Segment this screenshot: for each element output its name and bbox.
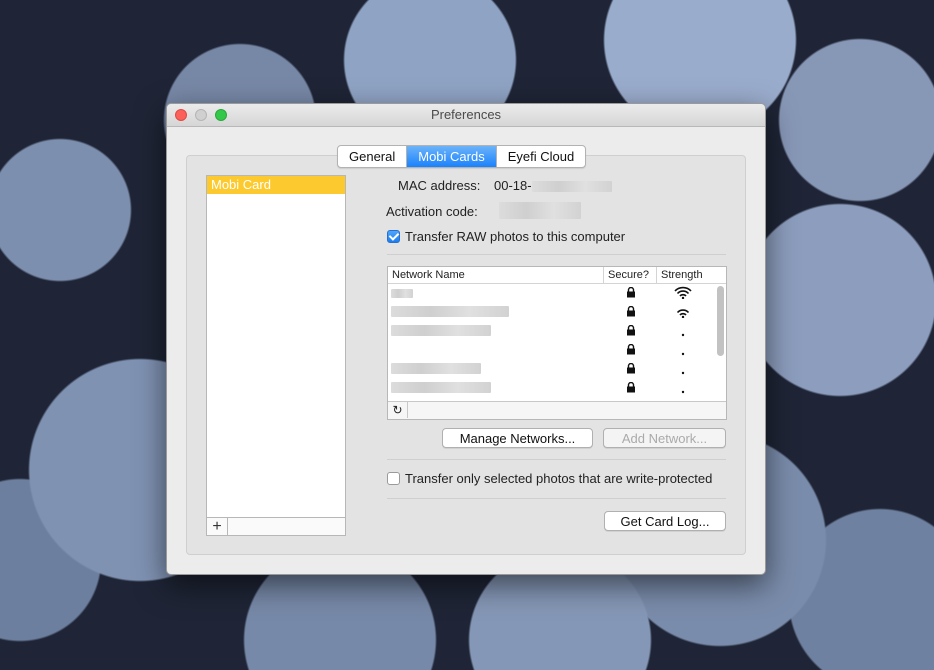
write-protected-label[interactable]: Transfer only selected photos that are w… — [405, 471, 712, 486]
lock-icon — [604, 343, 657, 358]
refresh-icon[interactable]: ↻ — [388, 402, 408, 418]
wifi-weak-icon — [657, 324, 709, 340]
card-list: Mobi Card + — [206, 175, 346, 536]
lock-icon — [604, 381, 657, 396]
redacted-network-name — [391, 306, 509, 317]
divider — [387, 254, 726, 255]
redacted-network-name — [391, 289, 413, 298]
redacted-network-name — [391, 382, 491, 393]
close-window-button[interactable] — [175, 109, 187, 121]
table-row[interactable] — [388, 379, 726, 398]
table-row[interactable] — [388, 284, 726, 303]
tab-general[interactable]: General — [338, 146, 408, 167]
get-card-log-button[interactable]: Get Card Log... — [604, 511, 726, 531]
table-row[interactable] — [388, 322, 726, 341]
table-row[interactable] — [388, 341, 726, 360]
wifi-weak-icon — [657, 343, 709, 359]
network-table-scrollbar[interactable] — [717, 286, 724, 356]
transfer-raw-checkbox[interactable] — [387, 230, 400, 243]
lock-icon — [604, 286, 657, 301]
window-title: Preferences — [430, 107, 502, 122]
redacted-mac-suffix — [531, 181, 612, 193]
wifi-weak-icon — [657, 362, 709, 378]
mac-address-label: MAC address: — [398, 178, 481, 193]
tab-eyefi-cloud[interactable]: Eyefi Cloud — [497, 146, 585, 167]
mac-address-value: 00-18- — [494, 178, 612, 193]
activation-code-value — [499, 202, 581, 219]
title-bar[interactable]: Preferences — [167, 104, 765, 127]
wifi-strong-icon — [657, 286, 709, 302]
lock-icon — [604, 324, 657, 339]
redacted-network-name — [391, 325, 491, 336]
card-list-footer: + — [206, 517, 346, 536]
table-row[interactable] — [388, 360, 726, 379]
redacted-network-name — [391, 363, 481, 374]
write-protected-checkbox[interactable] — [387, 472, 400, 485]
network-table: Network Name Secure? Strength ↻ — [387, 266, 727, 420]
network-table-header: Network Name Secure? Strength — [388, 267, 726, 284]
table-row[interactable] — [388, 303, 726, 322]
zoom-window-button[interactable] — [215, 109, 227, 121]
tab-bar: General Mobi Cards Eyefi Cloud — [337, 145, 587, 168]
lock-icon — [604, 305, 657, 320]
divider — [387, 498, 726, 499]
minimize-window-button[interactable] — [195, 109, 207, 121]
wifi-medium-icon — [657, 305, 709, 321]
lock-icon — [604, 362, 657, 377]
wifi-weak-icon — [657, 381, 709, 397]
card-list-item[interactable]: Mobi Card — [207, 176, 345, 194]
manage-networks-button[interactable]: Manage Networks... — [442, 428, 593, 448]
activation-code-label: Activation code: — [386, 204, 478, 219]
column-secure[interactable]: Secure? — [604, 267, 657, 283]
network-rows — [388, 284, 726, 398]
column-network-name[interactable]: Network Name — [388, 267, 604, 283]
tab-mobi-cards[interactable]: Mobi Cards — [407, 146, 497, 167]
preferences-window: Preferences General Mobi Cards Eyefi Clo… — [166, 103, 766, 575]
column-strength[interactable]: Strength — [657, 267, 709, 283]
divider — [387, 459, 726, 460]
add-network-button[interactable]: Add Network... — [603, 428, 726, 448]
transfer-raw-label[interactable]: Transfer RAW photos to this computer — [405, 229, 625, 244]
add-card-button[interactable]: + — [207, 518, 228, 535]
network-table-footer: ↻ — [388, 401, 726, 419]
